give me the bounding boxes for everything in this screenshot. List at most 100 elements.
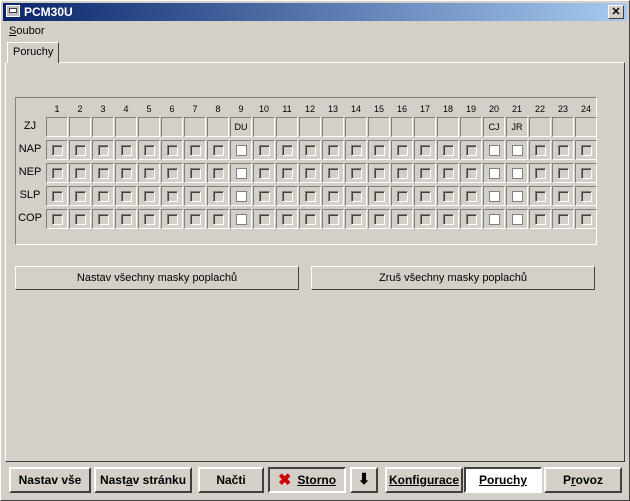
mask-checkbox[interactable] bbox=[282, 145, 293, 156]
mask-checkbox[interactable] bbox=[213, 191, 224, 202]
mask-checkbox[interactable] bbox=[52, 191, 63, 202]
mask-checkbox[interactable] bbox=[305, 214, 316, 225]
mask-checkbox[interactable] bbox=[328, 214, 339, 225]
mask-checkbox[interactable] bbox=[52, 145, 63, 156]
mask-checkbox[interactable] bbox=[213, 214, 224, 225]
mask-checkbox[interactable] bbox=[121, 191, 132, 202]
mask-checkbox[interactable] bbox=[397, 145, 408, 156]
mask-checkbox[interactable] bbox=[259, 168, 270, 179]
mask-checkbox[interactable] bbox=[489, 168, 500, 179]
mask-checkbox[interactable] bbox=[420, 168, 431, 179]
mask-checkbox[interactable] bbox=[374, 145, 385, 156]
mask-checkbox[interactable] bbox=[443, 191, 454, 202]
mask-checkbox[interactable] bbox=[351, 168, 362, 179]
mask-checkbox[interactable] bbox=[581, 191, 592, 202]
load-button[interactable]: Načti bbox=[198, 467, 264, 493]
mask-checkbox[interactable] bbox=[75, 214, 86, 225]
mask-checkbox[interactable] bbox=[167, 168, 178, 179]
mask-checkbox[interactable] bbox=[558, 168, 569, 179]
mask-checkbox[interactable] bbox=[236, 168, 247, 179]
mask-checkbox[interactable] bbox=[466, 145, 477, 156]
mask-checkbox[interactable] bbox=[328, 145, 339, 156]
cancel-button[interactable]: ✖ Storno bbox=[268, 467, 346, 493]
mask-checkbox[interactable] bbox=[351, 145, 362, 156]
mask-checkbox[interactable] bbox=[489, 191, 500, 202]
mask-checkbox[interactable] bbox=[259, 214, 270, 225]
mask-checkbox[interactable] bbox=[443, 214, 454, 225]
menu-soubor[interactable]: Soubor bbox=[9, 25, 44, 37]
set-all-masks-button[interactable]: Nastav všechny masky poplachů bbox=[15, 266, 299, 290]
mask-checkbox[interactable] bbox=[581, 145, 592, 156]
mask-checkbox[interactable] bbox=[75, 168, 86, 179]
mask-checkbox[interactable] bbox=[75, 145, 86, 156]
mask-checkbox[interactable] bbox=[328, 191, 339, 202]
mask-checkbox[interactable] bbox=[98, 191, 109, 202]
mask-checkbox[interactable] bbox=[52, 168, 63, 179]
mask-checkbox[interactable] bbox=[213, 145, 224, 156]
mask-checkbox[interactable] bbox=[558, 214, 569, 225]
mask-checkbox[interactable] bbox=[512, 214, 523, 225]
mask-checkbox[interactable] bbox=[236, 191, 247, 202]
tab-konfigurace[interactable]: Konfigurace bbox=[385, 467, 463, 493]
mask-checkbox[interactable] bbox=[558, 145, 569, 156]
mask-checkbox[interactable] bbox=[167, 191, 178, 202]
mask-checkbox[interactable] bbox=[397, 168, 408, 179]
mask-checkbox[interactable] bbox=[374, 214, 385, 225]
mask-checkbox[interactable] bbox=[236, 145, 247, 156]
mask-checkbox[interactable] bbox=[351, 191, 362, 202]
mask-checkbox[interactable] bbox=[581, 168, 592, 179]
mask-checkbox[interactable] bbox=[535, 191, 546, 202]
tab-provoz[interactable]: Provoz bbox=[544, 467, 622, 493]
mask-checkbox[interactable] bbox=[121, 214, 132, 225]
mask-checkbox[interactable] bbox=[305, 168, 316, 179]
mask-checkbox[interactable] bbox=[213, 168, 224, 179]
mask-checkbox[interactable] bbox=[466, 168, 477, 179]
mask-checkbox[interactable] bbox=[328, 168, 339, 179]
mask-checkbox[interactable] bbox=[397, 214, 408, 225]
mask-checkbox[interactable] bbox=[305, 191, 316, 202]
mask-checkbox[interactable] bbox=[420, 214, 431, 225]
mask-checkbox[interactable] bbox=[420, 145, 431, 156]
mask-checkbox[interactable] bbox=[535, 168, 546, 179]
mask-checkbox[interactable] bbox=[535, 145, 546, 156]
mask-checkbox[interactable] bbox=[121, 145, 132, 156]
mask-checkbox[interactable] bbox=[259, 191, 270, 202]
mask-checkbox[interactable] bbox=[167, 214, 178, 225]
mask-checkbox[interactable] bbox=[282, 168, 293, 179]
mask-checkbox[interactable] bbox=[512, 191, 523, 202]
mask-checkbox[interactable] bbox=[282, 214, 293, 225]
mask-checkbox[interactable] bbox=[121, 168, 132, 179]
mask-checkbox[interactable] bbox=[190, 214, 201, 225]
mask-checkbox[interactable] bbox=[98, 214, 109, 225]
mask-checkbox[interactable] bbox=[75, 191, 86, 202]
mask-checkbox[interactable] bbox=[466, 214, 477, 225]
mask-checkbox[interactable] bbox=[558, 191, 569, 202]
tab-poruchy-bottom[interactable]: Poruchy bbox=[464, 467, 542, 493]
mask-checkbox[interactable] bbox=[535, 214, 546, 225]
mask-checkbox[interactable] bbox=[397, 191, 408, 202]
download-button[interactable]: ⬇ bbox=[350, 467, 378, 493]
mask-checkbox[interactable] bbox=[259, 145, 270, 156]
mask-checkbox[interactable] bbox=[489, 214, 500, 225]
mask-checkbox[interactable] bbox=[420, 191, 431, 202]
mask-checkbox[interactable] bbox=[512, 168, 523, 179]
set-all-button[interactable]: Nastav vše bbox=[9, 467, 91, 493]
set-page-button[interactable]: Nastav stránku bbox=[94, 467, 192, 493]
mask-checkbox[interactable] bbox=[443, 168, 454, 179]
mask-checkbox[interactable] bbox=[52, 214, 63, 225]
mask-checkbox[interactable] bbox=[282, 191, 293, 202]
mask-checkbox[interactable] bbox=[351, 214, 362, 225]
mask-checkbox[interactable] bbox=[374, 191, 385, 202]
mask-checkbox[interactable] bbox=[167, 145, 178, 156]
mask-checkbox[interactable] bbox=[581, 214, 592, 225]
clear-all-masks-button[interactable]: Zruš všechny masky poplachů bbox=[311, 266, 595, 290]
mask-checkbox[interactable] bbox=[489, 145, 500, 156]
mask-checkbox[interactable] bbox=[144, 191, 155, 202]
mask-checkbox[interactable] bbox=[144, 168, 155, 179]
mask-checkbox[interactable] bbox=[512, 145, 523, 156]
close-button[interactable]: ✕ bbox=[608, 5, 624, 19]
mask-checkbox[interactable] bbox=[190, 191, 201, 202]
mask-checkbox[interactable] bbox=[305, 145, 316, 156]
mask-checkbox[interactable] bbox=[144, 214, 155, 225]
mask-checkbox[interactable] bbox=[466, 191, 477, 202]
